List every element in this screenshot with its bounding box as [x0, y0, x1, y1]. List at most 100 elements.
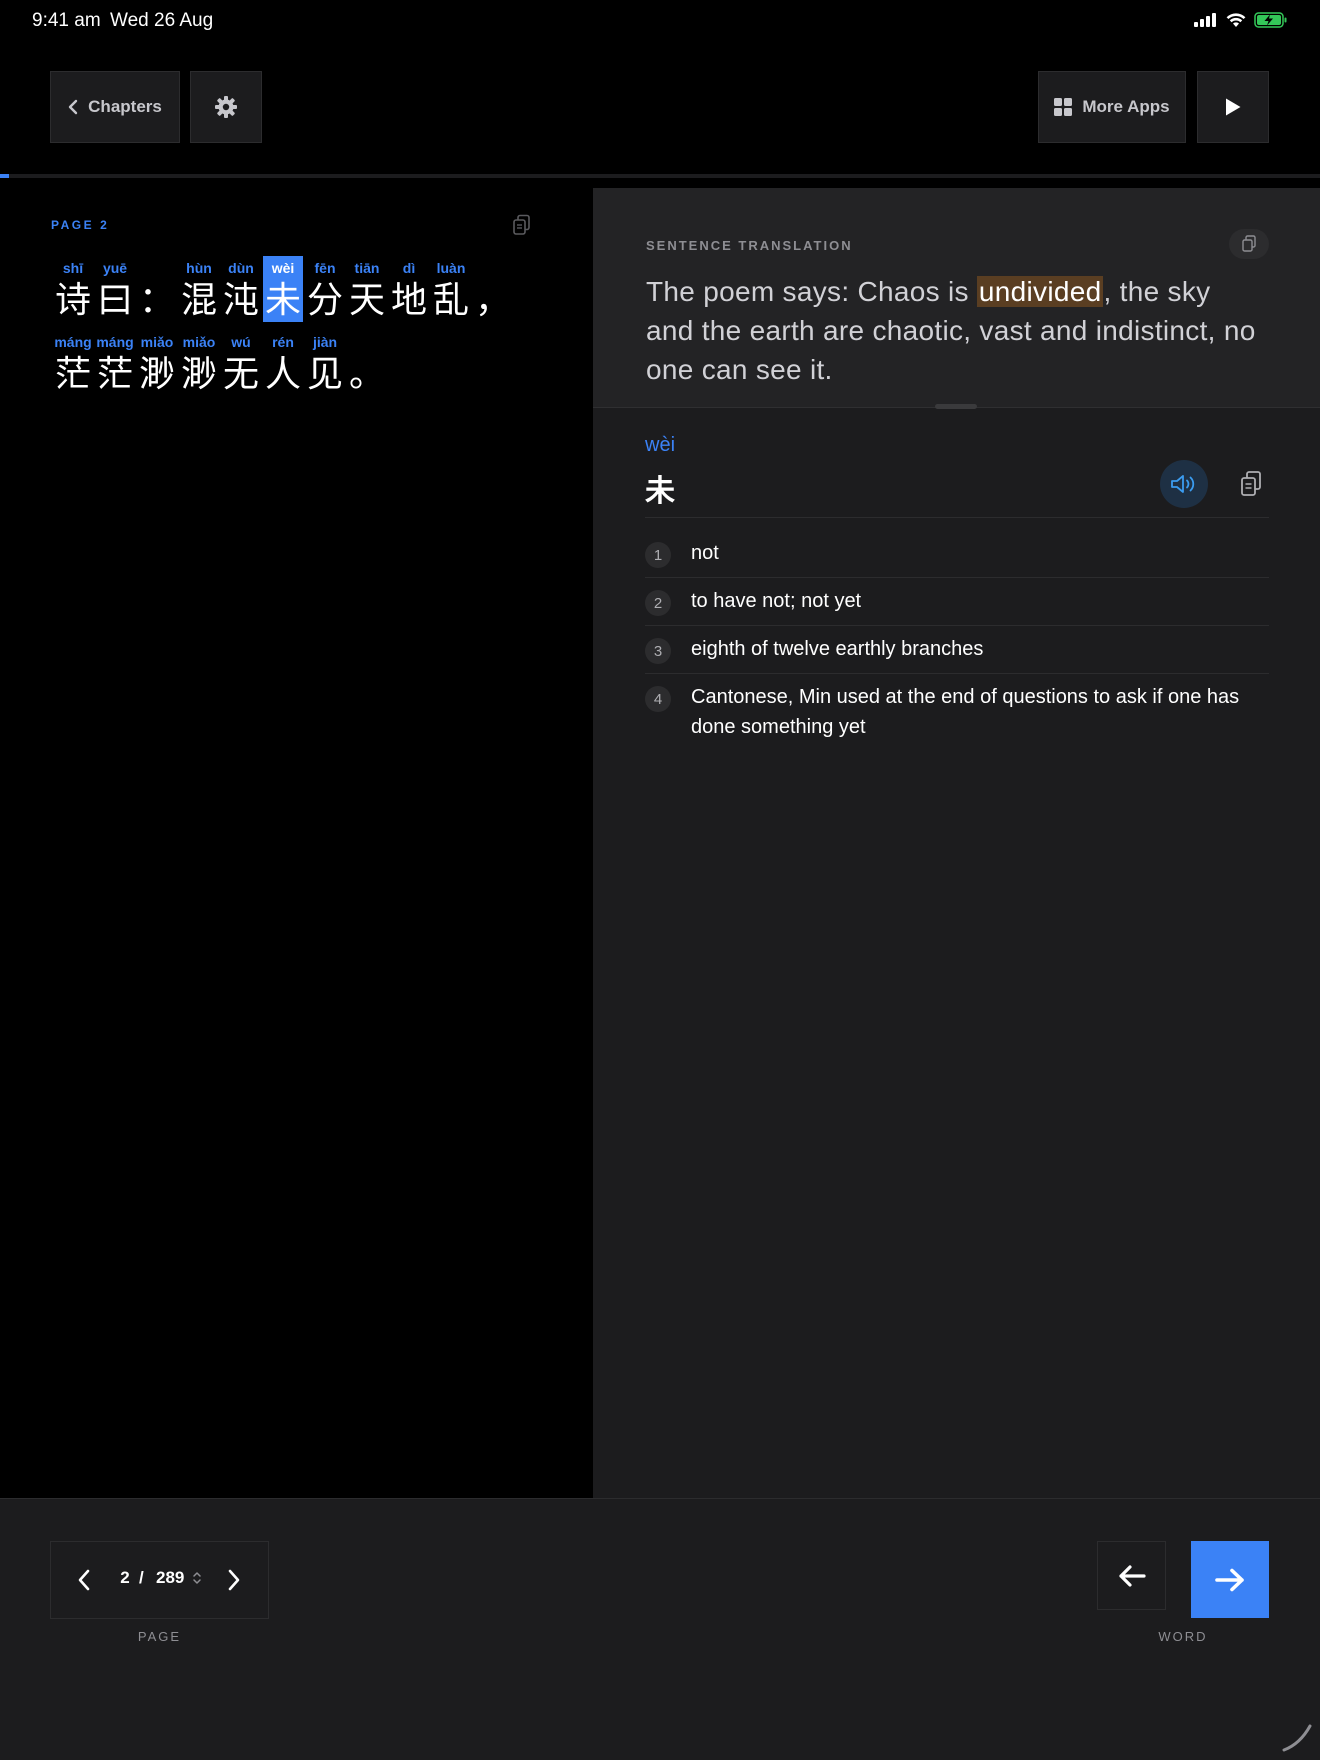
status-icons — [1194, 12, 1288, 28]
character-hanzi: 曰 — [96, 280, 133, 321]
character[interactable]: tiān 天 — [346, 256, 388, 322]
more-apps-button[interactable]: More Apps — [1038, 71, 1186, 143]
text-line: shī 诗 yuē 曰： hùn 混 dùn 沌 wèi 未 fēn 分 tiān 天 dì 地 luàn 乱， — [52, 256, 514, 322]
character-pinyin: yuē — [102, 260, 128, 276]
character[interactable]: luàn 乱 — [430, 256, 472, 322]
character[interactable]: yuē 曰 — [94, 256, 136, 322]
character[interactable]: dì 地 — [388, 256, 430, 322]
previous-word-button[interactable] — [1097, 1541, 1166, 1610]
corner-indicator-icon — [1282, 1724, 1312, 1752]
play-pronunciation-button[interactable] — [1160, 460, 1208, 508]
character-hanzi: 天 — [348, 280, 385, 321]
page-indicator: PAGE 2 — [51, 218, 109, 232]
character[interactable]: ： — [136, 256, 178, 322]
character-pinyin: shī — [62, 260, 84, 276]
character-pinyin: máng — [96, 334, 134, 350]
character-hanzi: 未 — [263, 280, 303, 322]
definition-text: Cantonese, Min used at the end of questi… — [691, 686, 1240, 738]
character[interactable]: jiàn 见 — [304, 330, 346, 396]
selected-character[interactable]: wèi 未 — [262, 256, 304, 322]
definition-number: 2 — [645, 590, 671, 616]
copy-word-button[interactable] — [1231, 464, 1271, 504]
bottom-navigation-bar: 2 / 289 PAGE WORD — [0, 1498, 1320, 1760]
character[interactable]: dùn 沌 — [220, 256, 262, 322]
character-hanzi: 人 — [264, 354, 301, 395]
definition-text: eighth of twelve earthly branches — [691, 638, 984, 660]
character[interactable]: shī 诗 — [52, 256, 94, 322]
panel-resize-handle[interactable] — [935, 404, 977, 409]
next-word-button[interactable] — [1191, 1541, 1269, 1618]
copy-translation-button[interactable] — [1229, 229, 1269, 259]
definition-number: 3 — [645, 638, 671, 664]
character-hanzi: ： — [138, 280, 175, 321]
character-pinyin: wú — [231, 334, 251, 350]
character-pinyin: miǎo — [140, 334, 174, 350]
arrow-left-icon — [1118, 1564, 1146, 1587]
character[interactable]: rén 人 — [262, 330, 304, 396]
definition-number: 1 — [645, 542, 671, 568]
character-pinyin: hùn — [186, 260, 212, 276]
character[interactable]: wú 无 — [220, 330, 262, 396]
character[interactable]: fēn 分 — [304, 256, 346, 322]
character-hanzi: 分 — [306, 280, 343, 321]
page-indicator-number: 2 — [100, 218, 110, 232]
character-hanzi: 沌 — [222, 280, 259, 321]
reader-pane: PAGE 2 shī 诗 yuē 曰： hùn 混 dùn 沌 wèi 未 fēn 分 tiān 天 dì 地 l… — [0, 188, 593, 1498]
translation-heading: SENTENCE TRANSLATION — [646, 238, 853, 253]
word-caption: WORD — [1158, 1629, 1208, 1644]
settings-button[interactable] — [190, 71, 262, 143]
character-hanzi: 茫 — [96, 354, 133, 395]
definition-text: not — [691, 542, 719, 564]
text-line: máng 茫 máng 茫 miǎo 渺 miǎo 渺 wú 无 rén 人 jiàn 见。 — [52, 330, 388, 396]
page-stepper-icon[interactable] — [192, 1570, 202, 1591]
play-icon — [1226, 98, 1241, 116]
character-pinyin: fēn — [314, 260, 336, 276]
reading-progress-bar — [0, 174, 1320, 178]
more-apps-label: More Apps — [1082, 97, 1170, 116]
character-pinyin: luàn — [436, 260, 466, 276]
character[interactable]: miǎo 渺 — [136, 330, 178, 396]
status-bar: 9:41 am Wed 26 Aug — [0, 0, 1320, 40]
character[interactable]: 。 — [346, 330, 388, 396]
status-time: 9:41 am — [32, 10, 101, 31]
character-hanzi: 见 — [306, 354, 343, 395]
character-hanzi: 乱 — [432, 280, 469, 321]
copy-icon — [1241, 471, 1261, 496]
next-page-button[interactable] — [215, 1561, 253, 1599]
character-hanzi: 茫 — [54, 354, 91, 395]
character[interactable]: miǎo 渺 — [178, 330, 220, 396]
definition-text: to have not; not yet — [691, 590, 862, 612]
status-date: Wed 26 Aug — [110, 10, 214, 31]
character-hanzi: 无 — [222, 354, 259, 395]
cellular-signal-icon — [1194, 13, 1216, 27]
definition-list: 1 not 2 to have not; not yet 3 eighth of… — [645, 530, 1269, 751]
definition-item: 4 Cantonese, Min used at the end of ques… — [645, 674, 1269, 751]
divider — [645, 517, 1269, 518]
character-hanzi: 诗 — [54, 280, 91, 321]
previous-page-button[interactable] — [65, 1561, 103, 1599]
character[interactable]: ， — [472, 256, 514, 322]
character-pinyin: máng — [54, 334, 92, 350]
play-button[interactable] — [1197, 71, 1269, 143]
character-hanzi: 渺 — [180, 354, 217, 395]
wifi-icon — [1226, 12, 1246, 27]
character[interactable]: hùn 混 — [178, 256, 220, 322]
definition-item: 3 eighth of twelve earthly branches — [645, 626, 1269, 674]
speaker-icon — [1171, 475, 1195, 493]
character-pinyin: wèi — [263, 256, 303, 280]
character-pinyin: dùn — [228, 260, 254, 276]
word-pinyin: wèi — [645, 434, 676, 456]
copy-icon — [1242, 235, 1256, 252]
character-hanzi: 地 — [390, 280, 427, 321]
current-page-number[interactable]: 2 — [115, 1568, 135, 1588]
chevron-left-icon — [68, 99, 78, 115]
copy-page-button[interactable] — [512, 214, 532, 241]
character[interactable]: máng 茫 — [94, 330, 136, 396]
chapters-label: Chapters — [88, 97, 162, 116]
page-separator: / — [139, 1568, 144, 1587]
page-pager: 2 / 289 — [50, 1541, 269, 1619]
character[interactable]: máng 茫 — [52, 330, 94, 396]
chapters-button[interactable]: Chapters — [50, 71, 180, 143]
reading-progress-fill — [0, 174, 10, 178]
definition-item: 2 to have not; not yet — [645, 578, 1269, 626]
